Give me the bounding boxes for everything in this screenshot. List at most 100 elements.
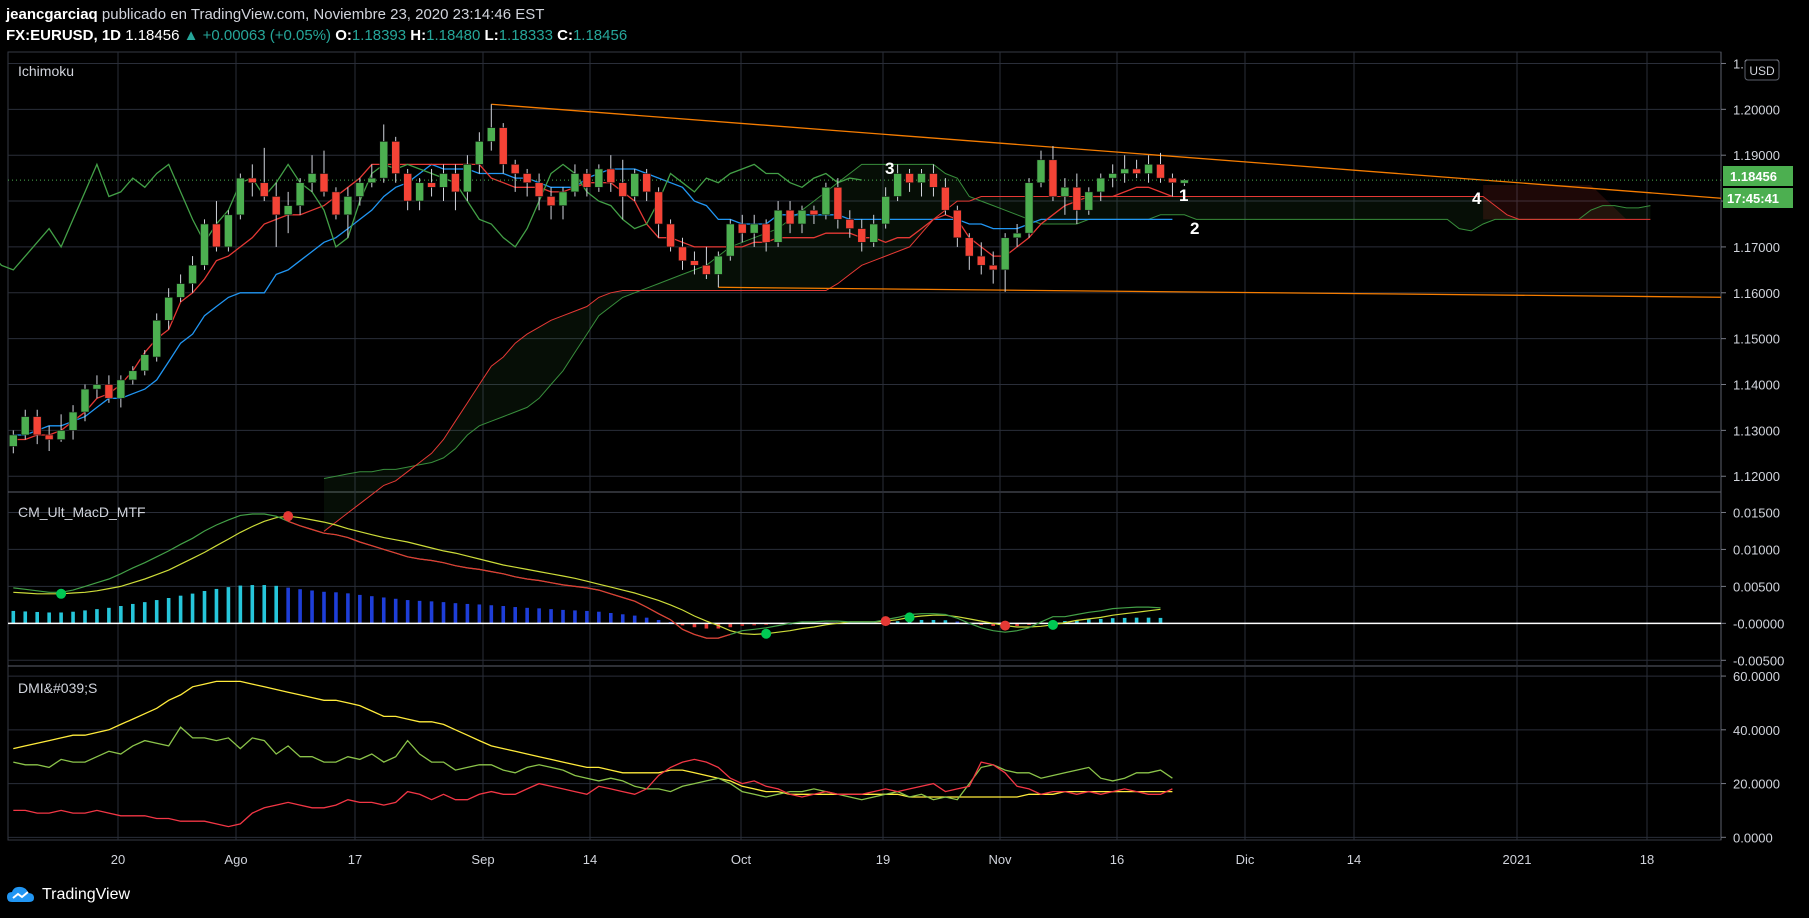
candle-body xyxy=(761,223,771,243)
price-axis-tick: 1.15000 xyxy=(1733,332,1780,347)
macd-cross-dot xyxy=(761,628,772,639)
time-axis-tick: 14 xyxy=(583,852,597,867)
di-plus-line xyxy=(13,726,1173,801)
countdown-label: 17:45:41 xyxy=(1727,191,1779,206)
candle-body xyxy=(845,219,855,229)
candle-body xyxy=(427,182,436,188)
macd-histogram-bar xyxy=(704,623,709,629)
annotation-2: 2 xyxy=(1190,219,1199,238)
macd-histogram-bar xyxy=(286,587,290,624)
macd-cross-dot xyxy=(1047,619,1058,630)
macd-histogram-bar xyxy=(59,612,63,624)
candle-body xyxy=(642,173,651,193)
time-axis-tick: Nov xyxy=(988,852,1012,867)
candle-body xyxy=(44,434,54,440)
candle-body xyxy=(9,434,18,447)
candle-body xyxy=(964,237,974,257)
macd-histogram-bar xyxy=(346,593,350,624)
price-axis-tick: 0.0000 xyxy=(1733,830,1773,845)
tradingview-logo[interactable]: TradingView xyxy=(6,884,130,906)
candle-body xyxy=(905,173,914,184)
candle-body xyxy=(953,209,962,239)
dmi-pane xyxy=(13,680,1173,828)
candle-body xyxy=(32,416,42,436)
macd-histogram-bar xyxy=(561,609,565,624)
macd-histogram-bar xyxy=(429,601,434,624)
candle-body xyxy=(331,191,341,216)
candlesticks xyxy=(9,104,1189,454)
macd-histogram-bar xyxy=(298,589,302,624)
chart-canvas[interactable]: Ichimoku CM_Ult_MacD_MTF DMI&#039;S 1 2 … xyxy=(0,0,1809,918)
candle-body xyxy=(92,384,102,390)
candle-body xyxy=(558,191,568,206)
candle-body xyxy=(307,173,317,184)
macd-cross-dot xyxy=(1000,620,1011,631)
candle-body xyxy=(725,223,735,257)
candle-body xyxy=(1072,186,1082,211)
macd-histogram-bar xyxy=(83,610,87,624)
macd-histogram-bar xyxy=(47,612,51,624)
macd-histogram-bar xyxy=(1110,618,1115,624)
candle-body xyxy=(1132,168,1141,174)
candle-body xyxy=(1036,159,1046,184)
candle-body xyxy=(714,255,723,275)
macd-histogram-bar xyxy=(393,598,398,624)
candle-body xyxy=(176,283,185,298)
macd-histogram-bar xyxy=(620,614,625,624)
time-axis-tick: Oct xyxy=(731,852,752,867)
macd-histogram-bar xyxy=(202,591,207,624)
candle-body xyxy=(68,411,78,431)
candle-body xyxy=(570,173,580,193)
macd-title[interactable]: CM_Ult_MacD_MTF xyxy=(18,504,146,520)
candle-body xyxy=(749,223,759,234)
macd-histogram-bar xyxy=(1158,617,1163,624)
candle-body xyxy=(200,223,209,266)
candle-body xyxy=(1156,164,1165,179)
ichimoku-title[interactable]: Ichimoku xyxy=(18,63,74,79)
time-axis-tick: Ago xyxy=(224,852,247,867)
candle-body xyxy=(1024,182,1034,234)
candle-body xyxy=(1108,173,1117,179)
candle-body xyxy=(379,141,389,179)
macd-histogram-bar xyxy=(573,610,577,624)
macd-histogram-bar xyxy=(525,607,529,624)
time-axis-tick: 17 xyxy=(348,852,362,867)
candle-body xyxy=(164,297,173,321)
annotation-4: 4 xyxy=(1472,189,1482,208)
price-axis-tick: 1.14000 xyxy=(1733,378,1780,393)
candle-body xyxy=(606,168,616,184)
candle-body xyxy=(463,164,472,193)
macd-histogram-bar xyxy=(131,603,135,624)
dmi-title[interactable]: DMI&#039;S xyxy=(18,680,97,696)
macd-histogram-bar xyxy=(1122,617,1127,624)
candle-body xyxy=(594,168,604,188)
candle-body xyxy=(1120,168,1129,174)
candle-body xyxy=(104,384,114,399)
candle-body xyxy=(869,223,879,243)
candle-body xyxy=(188,264,197,284)
macd-histogram-bar xyxy=(23,611,28,624)
candle-body xyxy=(1168,177,1177,184)
price-axis-tick: 1.13000 xyxy=(1733,423,1780,438)
macd-histogram-bar xyxy=(441,602,446,624)
macd-histogram-bar xyxy=(142,602,147,624)
macd-histogram-bar xyxy=(95,609,99,624)
candle-body xyxy=(236,177,245,216)
candle-body xyxy=(1012,232,1022,239)
macd-histogram-bar xyxy=(370,596,374,624)
kumo-fill-bearish xyxy=(1483,185,1627,220)
macd-histogram-bar xyxy=(190,593,195,624)
candle-body xyxy=(690,260,699,266)
macd-histogram-bar xyxy=(489,605,494,624)
cloud-logo-icon xyxy=(7,886,34,902)
candle-body xyxy=(140,354,150,372)
macd-histogram-bar xyxy=(274,585,278,624)
candle-body xyxy=(367,177,377,184)
macd-histogram-bar xyxy=(262,585,267,624)
macd-histogram-bar xyxy=(178,595,183,624)
price-axis-tick: 1.17000 xyxy=(1733,240,1780,255)
time-axis-tick: 16 xyxy=(1110,852,1124,867)
candle-body xyxy=(821,186,831,216)
price-axis-tick: 1.16000 xyxy=(1733,286,1780,301)
time-axis[interactable]: 20 Ago 17 Sep 14 Oct 19 Nov 16 Dic 14 2021 18 xyxy=(111,852,1654,867)
